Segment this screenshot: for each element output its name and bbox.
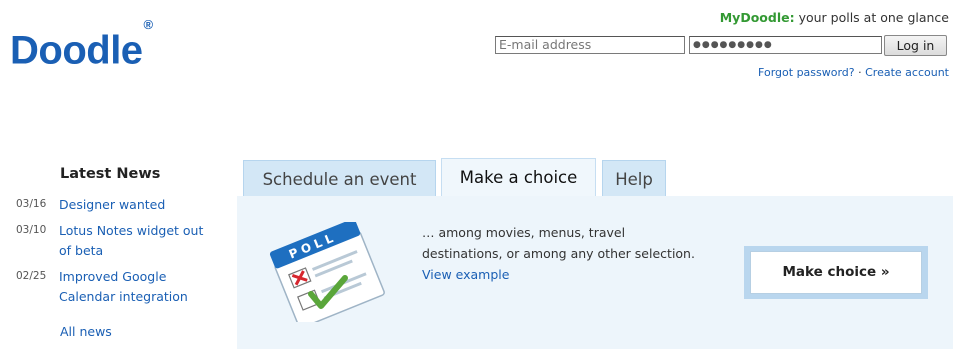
choice-description: … among movies, menus, travel destinatio… [422, 222, 695, 285]
email-input[interactable]: E-mail address [495, 36, 685, 54]
description-line-1: … among movies, menus, travel [422, 225, 626, 240]
news-date: 03/16 [16, 198, 47, 210]
news-link[interactable]: Lotus Notes widget out of beta [59, 221, 209, 261]
news-item: 03/10 Lotus Notes widget out of beta [16, 221, 216, 261]
all-news-link[interactable]: All news [60, 324, 112, 339]
tab-schedule-event[interactable]: Schedule an event [243, 160, 436, 196]
tab-make-choice[interactable]: Make a choice [441, 158, 596, 196]
make-choice-button[interactable]: Make choice » [750, 251, 922, 294]
password-input[interactable]: ●●●●●●●●● [689, 36, 882, 54]
news-item: 02/25 Improved Google Calendar integrati… [16, 267, 216, 307]
registered-mark: ® [143, 17, 154, 32]
doodle-logo[interactable]: Doodle® [10, 17, 153, 73]
news-list: 03/16 Designer wanted 03/10 Lotus Notes … [16, 195, 216, 313]
mydoodle-brand: MyDoodle: [719, 10, 795, 25]
create-account-link[interactable]: Create account [865, 66, 949, 79]
news-link[interactable]: Improved Google Calendar integration [59, 267, 209, 307]
mydoodle-banner: MyDoodle: your polls at one glance [720, 10, 949, 25]
account-links: Forgot password? · Create account [758, 66, 949, 79]
forgot-password-link[interactable]: Forgot password? [758, 66, 855, 79]
news-date: 03/10 [16, 224, 47, 236]
login-button[interactable]: Log in [884, 35, 947, 56]
news-date: 02/25 [16, 270, 47, 282]
description-line-2: destinations, or among any other selecti… [422, 246, 695, 261]
mydoodle-tagline: your polls at one glance [798, 10, 949, 25]
view-example-link[interactable]: View example [422, 267, 509, 282]
make-choice-button-frame: Make choice » [744, 246, 928, 299]
logo-text: Doodle [10, 28, 143, 73]
tab-help[interactable]: Help [602, 160, 666, 196]
news-item: 03/16 Designer wanted [16, 195, 216, 215]
poll-checklist-icon: POLL [269, 222, 385, 322]
link-separator: · [858, 66, 862, 79]
news-title: Latest News [60, 166, 161, 182]
news-link[interactable]: Designer wanted [59, 195, 209, 215]
